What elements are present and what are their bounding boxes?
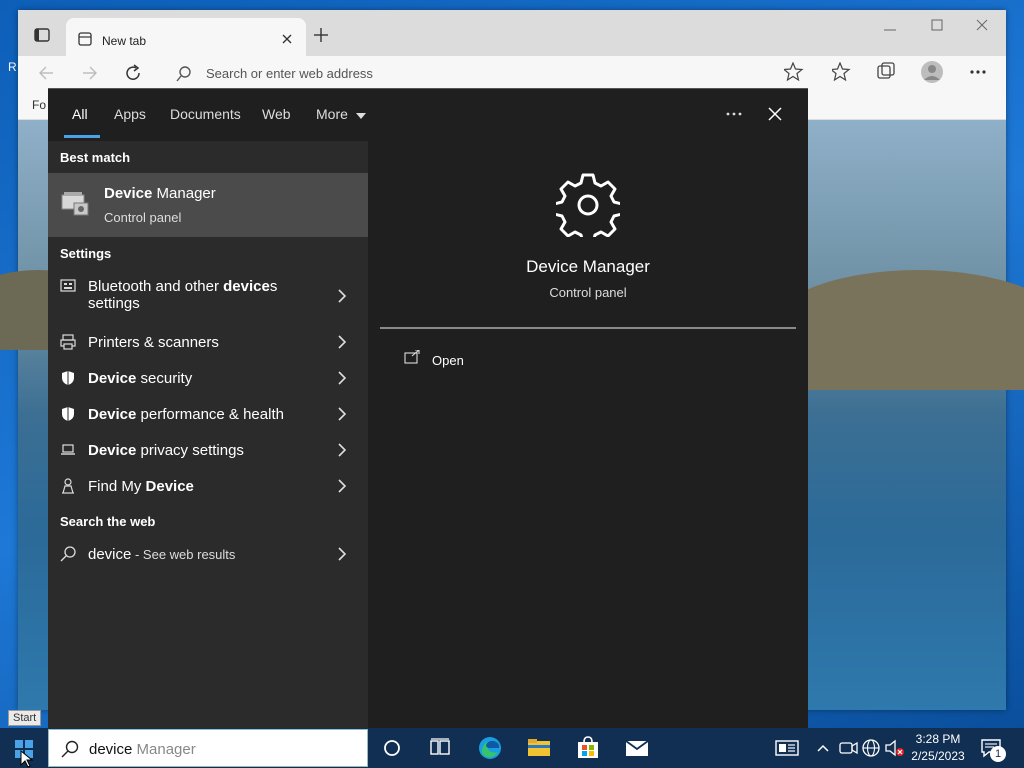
- new-tab-page-icon: [78, 32, 92, 46]
- tab-all[interactable]: All: [72, 106, 88, 122]
- preview-divider: [380, 327, 796, 329]
- browser-tab-title: New tab: [102, 34, 147, 48]
- best-match-item[interactable]: Device Manager Control panel: [48, 173, 368, 237]
- close-window-icon[interactable]: [976, 19, 988, 31]
- search-web-heading: Search the web: [60, 514, 156, 529]
- best-match-subtitle: Control panel: [104, 210, 182, 225]
- file-explorer-icon[interactable]: [527, 736, 551, 760]
- new-tab-plus-icon[interactable]: [314, 28, 328, 42]
- settings-item-device-performance[interactable]: Device performance & health: [48, 397, 368, 433]
- open-icon: [404, 350, 420, 364]
- clock-time: 3:28 PM: [915, 732, 961, 746]
- refresh-icon[interactable]: [124, 64, 142, 82]
- best-match-heading: Best match: [60, 150, 131, 165]
- notification-count-badge: 1: [990, 746, 1006, 762]
- settings-item-device-security[interactable]: Device security: [48, 361, 368, 397]
- start-search-flyout: All Apps Documents Web More Best match D…: [48, 88, 808, 729]
- bluetooth-devices-icon: [60, 279, 76, 292]
- settings-item-bluetooth[interactable]: Bluetooth and other devices settings: [48, 269, 368, 319]
- settings-item-label: Find My Device: [88, 478, 194, 495]
- settings-item-label: Device security: [88, 370, 193, 387]
- browser-titlebar: New tab: [18, 10, 1006, 60]
- chevron-right-icon: [338, 289, 347, 303]
- task-view-icon[interactable]: [429, 736, 453, 760]
- volume-muted-icon[interactable]: [884, 736, 908, 760]
- more-options-icon[interactable]: [726, 112, 742, 116]
- open-action[interactable]: Open: [432, 353, 464, 368]
- clock-date: 2/25/2023: [911, 749, 965, 763]
- system-clock[interactable]: 3:28 PM 2/25/2023: [908, 731, 968, 765]
- chevron-right-icon: [338, 371, 347, 385]
- close-icon[interactable]: [768, 107, 782, 121]
- device-manager-icon: [61, 192, 89, 216]
- cortana-icon[interactable]: [381, 736, 405, 760]
- preview-subtitle: Control panel: [549, 285, 627, 300]
- chevron-right-icon: [338, 479, 347, 493]
- forward-icon[interactable]: [82, 66, 98, 80]
- settings-item-printers[interactable]: Printers & scanners: [48, 325, 368, 361]
- mouse-cursor-icon: [20, 750, 34, 768]
- chevron-right-icon: [338, 335, 347, 349]
- search-icon: [60, 546, 76, 562]
- taskbar-search-input[interactable]: device Manager: [48, 729, 368, 767]
- profile-avatar-icon[interactable]: [920, 60, 944, 84]
- search-scope-tabs: All Apps Documents Web More: [48, 89, 808, 139]
- minimize-icon[interactable]: [884, 24, 896, 36]
- chevron-right-icon: [338, 443, 347, 457]
- more-options-icon[interactable]: [970, 70, 986, 74]
- mail-icon[interactable]: [625, 736, 649, 760]
- preview-title: Device Manager: [526, 257, 650, 276]
- favorites-icon[interactable]: [832, 62, 852, 82]
- meet-now-icon[interactable]: [838, 736, 862, 760]
- chevron-right-icon: [338, 547, 347, 561]
- close-tab-icon[interactable]: [282, 34, 292, 44]
- network-globe-icon[interactable]: [860, 736, 884, 760]
- settings-item-device-privacy[interactable]: Device privacy settings: [48, 433, 368, 469]
- chevron-up-icon[interactable]: [815, 736, 839, 760]
- tab-documents[interactable]: Documents: [170, 106, 241, 122]
- shield-icon: [62, 407, 74, 421]
- start-tooltip: Start: [8, 710, 42, 726]
- tab-more[interactable]: More: [316, 106, 366, 122]
- microsoft-store-icon[interactable]: [576, 736, 600, 760]
- tab-actions-icon[interactable]: [34, 28, 50, 42]
- chevron-down-icon: [355, 113, 366, 119]
- search-results-list: Best match Device Manager Control panel …: [48, 141, 368, 729]
- search-query: device Manager: [89, 741, 196, 758]
- address-bar[interactable]: Search or enter web address: [166, 58, 806, 88]
- laptop-icon: [61, 444, 75, 455]
- edge-browser-icon[interactable]: [478, 736, 502, 760]
- result-preview-pane: Device Manager Control panel Open: [380, 153, 796, 729]
- settings-item-label: Printers & scanners: [88, 334, 219, 351]
- settings-item-find-my-device[interactable]: Find My Device: [48, 469, 368, 505]
- favorites-bar-item[interactable]: Fo: [32, 98, 46, 112]
- browser-toolbar: Search or enter web address: [18, 56, 1006, 90]
- person-pin-icon: [62, 478, 74, 494]
- gear-icon: [556, 173, 620, 237]
- settings-item-label: Device performance & health: [88, 406, 284, 423]
- search-icon: [176, 66, 191, 82]
- web-search-label: device - See web results: [88, 546, 236, 563]
- shield-icon: [62, 371, 74, 385]
- active-tab-indicator: [64, 135, 100, 138]
- best-match-title: Device Manager: [104, 185, 216, 202]
- address-placeholder: Search or enter web address: [206, 66, 373, 81]
- news-and-interests-icon[interactable]: [775, 736, 799, 760]
- collections-icon[interactable]: [876, 62, 896, 82]
- browser-tab[interactable]: New tab: [66, 18, 306, 60]
- tab-web[interactable]: Web: [262, 106, 291, 122]
- back-icon[interactable]: [38, 66, 54, 80]
- search-icon: [61, 740, 79, 758]
- desktop-icon-label[interactable]: R: [8, 60, 17, 74]
- taskbar: device Manager 3:28 PM 2/25/2023 1: [0, 728, 1024, 768]
- settings-item-label: Bluetooth and other devices settings: [88, 278, 278, 312]
- tab-apps[interactable]: Apps: [114, 106, 146, 122]
- maximize-icon[interactable]: [931, 19, 943, 31]
- add-favorite-icon[interactable]: [784, 62, 804, 82]
- chevron-right-icon: [338, 407, 347, 421]
- settings-item-label: Device privacy settings: [88, 442, 244, 459]
- printer-icon: [60, 334, 76, 350]
- settings-heading: Settings: [60, 246, 112, 261]
- web-search-result[interactable]: device - See web results: [48, 537, 368, 573]
